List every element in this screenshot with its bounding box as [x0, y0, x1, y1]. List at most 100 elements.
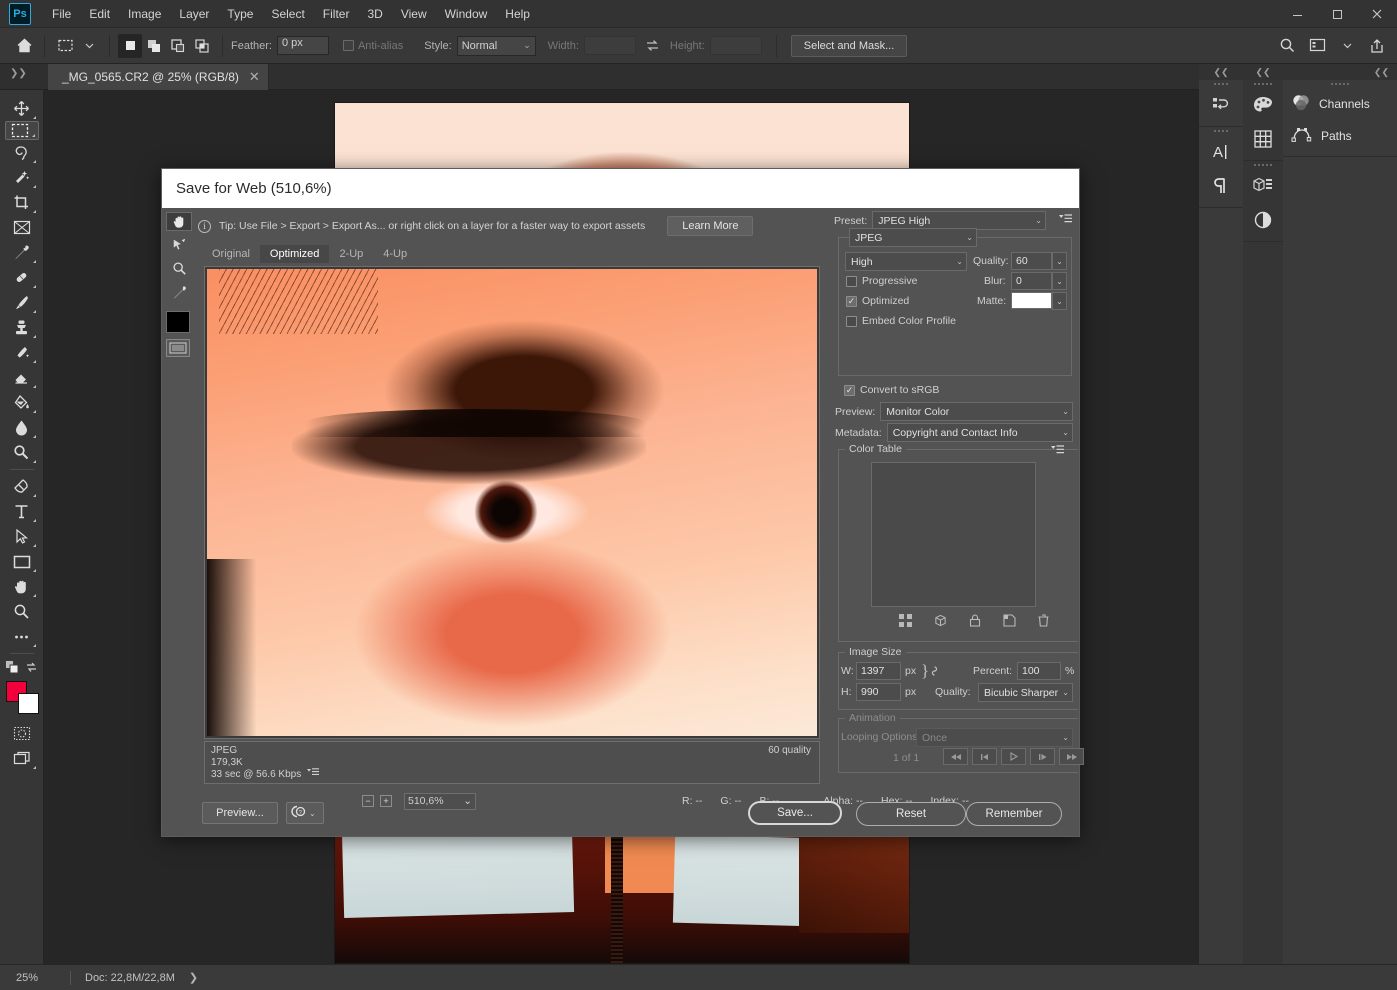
panel-grip[interactable]	[1199, 80, 1243, 88]
maximize-button[interactable]	[1317, 0, 1357, 28]
panel-grip[interactable]	[1283, 80, 1397, 88]
character-icon[interactable]: A	[1199, 135, 1243, 169]
workspace-icon[interactable]	[1305, 34, 1329, 58]
close-button[interactable]	[1357, 0, 1397, 28]
compression-quality-select[interactable]: High ⌄	[845, 252, 967, 271]
intersect-selection-button[interactable]	[190, 34, 214, 58]
file-format-select[interactable]: JPEG ⌄	[849, 228, 977, 247]
close-icon[interactable]: ✕	[249, 69, 260, 85]
adjustments-icon[interactable]	[1243, 203, 1283, 237]
chevron-down-icon[interactable]: ⌄	[309, 809, 316, 818]
menu-image[interactable]: Image	[119, 4, 170, 24]
image-width-input[interactable]: 1397	[856, 662, 901, 680]
feather-input[interactable]: 0 px	[277, 36, 329, 55]
lock-icon[interactable]	[969, 614, 981, 630]
last-frame-icon[interactable]	[1059, 748, 1084, 765]
transparency-icon[interactable]	[899, 614, 912, 630]
zoom-tool[interactable]	[166, 257, 192, 279]
menu-view[interactable]: View	[392, 4, 436, 24]
preset-chevron-down-icon[interactable]	[77, 34, 101, 58]
document-tab[interactable]: _MG_0565.CR2 @ 25% (RGB/8) ✕	[48, 64, 269, 90]
tab-optimized[interactable]: Optimized	[260, 245, 330, 263]
select-and-mask-button[interactable]: Select and Mask...	[791, 35, 908, 57]
matte-dropdown[interactable]: ⌄	[1052, 292, 1067, 310]
menu-edit[interactable]: Edit	[80, 4, 119, 24]
resample-quality-select[interactable]: Bicubic Sharper ⌄	[978, 683, 1073, 702]
paragraph-icon[interactable]	[1199, 169, 1243, 203]
collapse-column-b-icon[interactable]: ❮❮	[1243, 64, 1283, 80]
width-input[interactable]	[584, 36, 636, 55]
matte-color-swatch[interactable]	[1011, 292, 1052, 309]
home-icon[interactable]	[12, 34, 36, 58]
dodge-tool[interactable]	[5, 440, 39, 465]
quick-mask-mode-button[interactable]	[5, 721, 39, 746]
tab-original[interactable]: Original	[202, 245, 260, 263]
preview-button[interactable]: Preview...	[202, 802, 278, 824]
save-button[interactable]: Save...	[748, 801, 842, 825]
menu-help[interactable]: Help	[496, 4, 539, 24]
previous-frame-icon[interactable]	[972, 748, 997, 765]
color-swatches[interactable]	[5, 681, 39, 715]
move-tool[interactable]	[5, 96, 39, 121]
path-selection-tool[interactable]	[5, 524, 39, 549]
blur-stepper[interactable]: ⌄	[1052, 272, 1067, 290]
search-icon[interactable]	[1275, 34, 1299, 58]
gradient-tool[interactable]	[5, 390, 39, 415]
rectangular-marquee-tool[interactable]	[5, 121, 39, 140]
clone-stamp-tool[interactable]	[5, 315, 39, 340]
zoom-tool[interactable]	[5, 599, 39, 624]
blur-tool[interactable]	[5, 415, 39, 440]
quick-selection-tool[interactable]	[5, 165, 39, 190]
status-zoom-level[interactable]: 25%	[0, 972, 70, 984]
tab-2-up[interactable]: 2-Up	[329, 245, 373, 263]
metadata-select[interactable]: Copyright and Contact Info ⌄	[887, 423, 1073, 442]
swatches-icon[interactable]	[1243, 88, 1283, 122]
eraser-tool[interactable]	[5, 365, 39, 390]
swap-dimensions-icon[interactable]	[641, 34, 665, 58]
convert-to-srgb-checkbox[interactable]: ✓	[844, 385, 855, 396]
anti-alias-checkbox[interactable]	[343, 40, 354, 51]
quality-input[interactable]: 60	[1011, 252, 1052, 270]
share-icon[interactable]	[1365, 34, 1389, 58]
edit-toolbar-tool[interactable]	[5, 624, 39, 649]
optimized-preview-canvas[interactable]	[204, 266, 820, 739]
panel-grip[interactable]	[1243, 161, 1283, 169]
slice-select-tool[interactable]	[166, 233, 192, 255]
color-table-swatch-area[interactable]	[871, 462, 1036, 607]
menu-window[interactable]: Window	[436, 4, 497, 24]
pattern-grid-icon[interactable]	[1243, 122, 1283, 156]
tab-4-up[interactable]: 4-Up	[373, 245, 417, 263]
status-expand-icon[interactable]: ❯	[189, 971, 198, 984]
subtract-from-selection-button[interactable]	[166, 34, 190, 58]
3d-icon[interactable]	[1243, 169, 1283, 203]
percent-input[interactable]: 100	[1017, 662, 1061, 680]
menu-select[interactable]: Select	[262, 4, 313, 24]
progressive-checkbox[interactable]	[846, 276, 857, 287]
first-frame-icon[interactable]	[943, 748, 968, 765]
new-color-icon[interactable]	[1003, 614, 1016, 630]
type-tool[interactable]	[5, 499, 39, 524]
collapse-panels-icon[interactable]: ❯❯	[10, 68, 27, 79]
panel-grip[interactable]	[1199, 127, 1243, 135]
history-icon[interactable]	[1199, 88, 1243, 122]
image-height-input[interactable]: 990	[856, 683, 901, 701]
marquee-tool-preset-icon[interactable]	[53, 34, 77, 58]
menu-3d[interactable]: 3D	[358, 4, 391, 24]
hand-tool[interactable]	[5, 574, 39, 599]
eyedropper-tool[interactable]	[166, 281, 192, 303]
healing-brush-tool[interactable]	[5, 265, 39, 290]
background-color-swatch[interactable]	[18, 693, 39, 714]
quality-stepper[interactable]: ⌄	[1052, 252, 1067, 270]
panel-tab-paths[interactable]: Paths	[1283, 120, 1397, 152]
link-constrain-icon[interactable]: }	[921, 661, 939, 681]
rectangle-tool[interactable]	[5, 549, 39, 574]
play-icon[interactable]	[1001, 748, 1026, 765]
crop-tool[interactable]	[5, 190, 39, 215]
eyedropper-tool[interactable]	[5, 240, 39, 265]
height-input[interactable]	[710, 36, 762, 55]
style-select[interactable]: Normal ⌄	[457, 36, 536, 56]
hand-tool[interactable]	[166, 212, 192, 231]
default-colors-icon[interactable]	[5, 660, 19, 677]
brush-tool[interactable]	[5, 290, 39, 315]
menu-filter[interactable]: Filter	[314, 4, 359, 24]
